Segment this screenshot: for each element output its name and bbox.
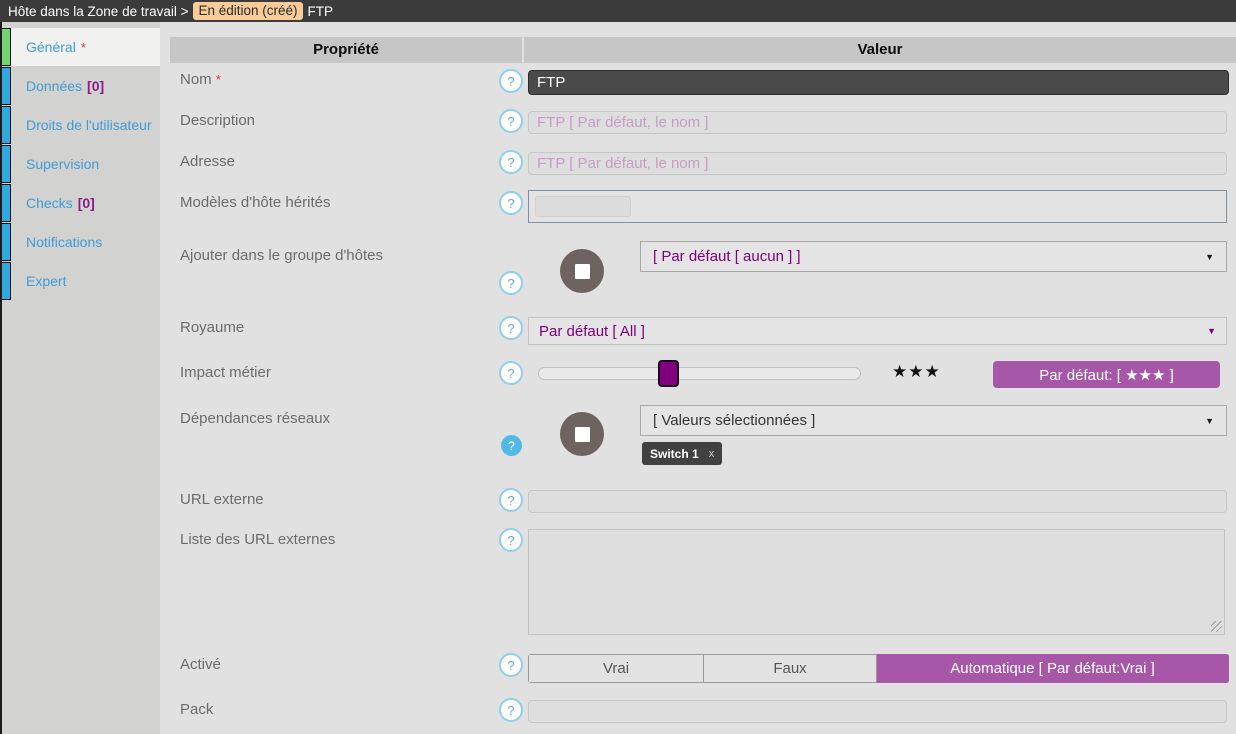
royaume-select[interactable]: Par défaut [ All ] ▼ xyxy=(528,317,1227,345)
field-label-dependances: Dépendances réseaux xyxy=(180,410,331,427)
edit-state-badge: En édition (créé) xyxy=(193,2,303,20)
help-icon[interactable]: ? xyxy=(499,69,523,93)
field-label-nom: Nom * xyxy=(180,71,221,88)
resize-handle-icon[interactable] xyxy=(1211,621,1222,632)
sidebar-item-general[interactable]: Général * xyxy=(2,28,160,66)
help-icon[interactable]: ? xyxy=(499,316,523,340)
selected-tag-switch1: Switch 1 x xyxy=(642,442,723,465)
count-badge: [0] xyxy=(77,195,95,211)
impact-slider-handle[interactable] xyxy=(658,360,679,387)
square-icon xyxy=(574,263,590,279)
url-externe-input[interactable] xyxy=(528,490,1227,513)
sidebar-item-label: Droits de l'utilisateur xyxy=(26,117,152,133)
indicator-bar xyxy=(2,106,11,144)
help-icon[interactable]: ? xyxy=(499,271,523,295)
clear-selection-button[interactable] xyxy=(560,249,604,293)
object-name: FTP xyxy=(307,3,334,19)
active-toggle-group: Vrai Faux Automatique [ Par défaut:Vrai … xyxy=(528,654,1229,683)
hostgroup-dropdown-value: [ Par défaut [ aucun ] ] xyxy=(653,248,801,265)
sidebar-item-label: Supervision xyxy=(26,156,100,172)
field-label-url: URL externe xyxy=(180,491,264,508)
sidebar-item-label: Général xyxy=(26,39,76,55)
help-icon[interactable]: ? xyxy=(499,488,523,512)
sidebar: Général * Données [0] Droits de l'utilis… xyxy=(0,22,160,734)
chevron-down-icon: ▼ xyxy=(1205,415,1214,426)
field-label-groupe: Ajouter dans le groupe d'hôtes xyxy=(180,247,384,264)
active-indicator-bar xyxy=(2,28,11,66)
chevron-down-icon: ▼ xyxy=(1205,251,1214,262)
indicator-bar xyxy=(2,67,11,105)
help-icon[interactable]: ? xyxy=(499,698,523,722)
tag-label: Switch 1 xyxy=(650,446,699,461)
sidebar-item-donnees[interactable]: Données [0] xyxy=(2,67,160,105)
form-panel: Propriété Valeur Nom * ? Description ? A… xyxy=(160,22,1236,734)
active-option-faux[interactable]: Faux xyxy=(704,654,877,683)
field-label-modeles: Modèles d'hôte hérités xyxy=(180,194,331,211)
sidebar-item-label: Données xyxy=(26,78,83,94)
sidebar-item-expert[interactable]: Expert xyxy=(2,262,160,300)
host-templates-box[interactable] xyxy=(528,190,1227,223)
help-icon[interactable]: ? xyxy=(499,150,523,174)
help-icon[interactable]: ? xyxy=(501,435,522,456)
impact-slider[interactable] xyxy=(538,360,861,387)
indicator-bar xyxy=(2,184,11,222)
field-label-url-list: Liste des URL externes xyxy=(180,531,336,548)
square-icon xyxy=(574,426,590,442)
sidebar-item-label: Notifications xyxy=(26,234,103,250)
help-icon[interactable]: ? xyxy=(499,653,523,677)
hostgroup-dropdown[interactable]: [ Par défaut [ aucun ] ] ▼ xyxy=(640,241,1227,272)
description-input[interactable] xyxy=(528,111,1227,134)
indicator-bar xyxy=(2,223,11,261)
field-label-description: Description xyxy=(180,112,256,129)
impact-stars-value: ★★★ xyxy=(892,362,941,381)
field-label-impact: Impact métier xyxy=(180,364,271,381)
active-option-vrai[interactable]: Vrai xyxy=(528,654,704,683)
dependances-dropdown[interactable]: [ Valeurs sélectionnées ] ▼ xyxy=(640,405,1227,436)
host-templates-input[interactable] xyxy=(535,196,631,217)
sidebar-item-label: Checks xyxy=(26,195,73,211)
pack-input[interactable] xyxy=(528,700,1227,723)
help-icon[interactable]: ? xyxy=(499,528,523,552)
indicator-bar xyxy=(2,262,11,300)
help-icon[interactable]: ? xyxy=(499,191,523,215)
help-icon[interactable]: ? xyxy=(499,361,523,385)
column-header-property: Propriété xyxy=(170,37,522,63)
required-asterisk: * xyxy=(80,39,86,55)
impact-default-button[interactable]: Par défaut: [ ★★★ ] xyxy=(993,361,1220,388)
sidebar-item-notifications[interactable]: Notifications xyxy=(2,223,160,261)
sidebar-item-droits[interactable]: Droits de l'utilisateur xyxy=(2,106,160,144)
field-label-royaume: Royaume xyxy=(180,319,245,336)
sidebar-item-label: Expert xyxy=(26,273,67,289)
royaume-select-value: Par défaut [ All ] xyxy=(539,322,645,340)
active-option-automatique[interactable]: Automatique [ Par défaut:Vrai ] xyxy=(877,654,1229,683)
url-list-textarea[interactable] xyxy=(528,529,1225,635)
nom-input[interactable] xyxy=(528,70,1229,95)
adresse-input[interactable] xyxy=(528,152,1227,175)
chevron-down-icon: ▼ xyxy=(1207,326,1216,336)
column-header-value: Valeur xyxy=(524,37,1236,63)
top-bar: Hôte dans la Zone de travail > En éditio… xyxy=(0,0,1236,22)
dependances-dropdown-value: [ Valeurs sélectionnées ] xyxy=(653,412,816,429)
required-asterisk: * xyxy=(215,72,221,87)
field-label-active: Activé xyxy=(180,656,221,673)
clear-selection-button[interactable] xyxy=(560,412,604,456)
breadcrumb[interactable]: Hôte dans la Zone de travail > xyxy=(8,4,188,19)
sidebar-item-checks[interactable]: Checks [0] xyxy=(2,184,160,222)
indicator-bar xyxy=(2,145,11,183)
field-label-adresse: Adresse xyxy=(180,153,236,170)
help-icon[interactable]: ? xyxy=(499,109,523,133)
count-badge: [0] xyxy=(87,78,105,94)
close-icon[interactable]: x xyxy=(709,448,715,460)
sidebar-item-supervision[interactable]: Supervision xyxy=(2,145,160,183)
field-label-pack: Pack xyxy=(180,701,214,718)
